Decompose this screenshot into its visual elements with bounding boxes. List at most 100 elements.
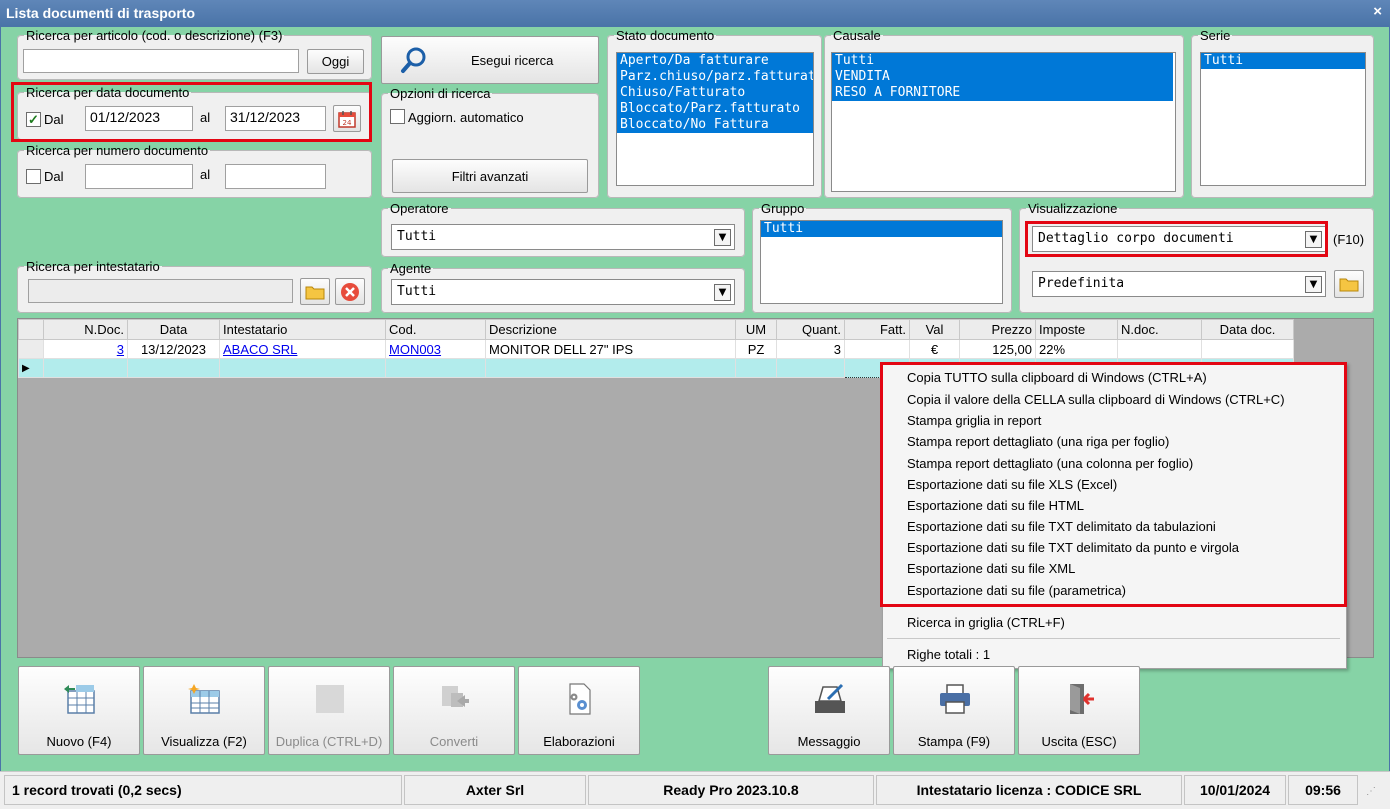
view-mode-select[interactable]: Dettaglio corpo documenti ▼ <box>1032 226 1326 252</box>
auto-update-checkbox[interactable] <box>390 109 405 124</box>
folder-icon <box>1339 278 1359 292</box>
date-from-input[interactable]: 01/12/2023 <box>85 106 193 131</box>
article-search-legend: Ricerca per articolo (cod. o descrizione… <box>26 28 283 43</box>
auto-update-label: Aggiorn. automatico <box>408 110 524 125</box>
col-header[interactable]: Val <box>909 319 960 340</box>
message-icon <box>815 683 845 713</box>
col-header[interactable]: Prezzo <box>959 319 1036 340</box>
close-icon[interactable]: × <box>1373 3 1382 20</box>
table-row[interactable]: 3 13/12/2023 ABACO SRL MON003 MONITOR DE… <box>18 339 1294 359</box>
menu-item-export-xls[interactable]: Esportazione dati su file XLS (Excel) <box>907 477 1117 492</box>
new-document-icon <box>64 685 95 714</box>
exit-button[interactable]: Uscita (ESC) <box>1018 666 1140 755</box>
col-header[interactable]: UM <box>735 319 777 340</box>
view-layout-value: Predefinita <box>1038 276 1125 291</box>
view-hotkey: (F10) <box>1333 232 1365 247</box>
operator-select[interactable]: Tutti ▼ <box>391 224 735 250</box>
menu-item-export-html[interactable]: Esportazione dati su file HTML <box>907 498 1084 513</box>
cell-currency: € <box>909 339 960 359</box>
col-header[interactable]: N.Doc. <box>43 319 128 340</box>
open-layout-button[interactable] <box>1334 270 1364 298</box>
search-options-legend: Opzioni di ricerca <box>390 86 491 101</box>
menu-item-export-tab[interactable]: Esportazione dati su file TXT delimitato… <box>907 519 1216 534</box>
list-item[interactable]: Tutti <box>761 221 1002 237</box>
menu-item-export-xml[interactable]: Esportazione dati su file XML <box>907 561 1075 576</box>
new-button[interactable]: Nuovo (F4) <box>18 666 140 755</box>
message-button[interactable]: Messaggio <box>768 666 890 755</box>
convert-button[interactable]: Converti <box>393 666 515 755</box>
print-button-label: Stampa (F9) <box>917 734 991 749</box>
number-search-checkbox[interactable] <box>26 169 41 184</box>
view-layout-select[interactable]: Predefinita ▼ <box>1032 271 1326 297</box>
holder-link[interactable]: ABACO SRL <box>223 342 297 357</box>
calendar-button[interactable]: 24 <box>333 105 361 132</box>
col-header[interactable]: Data doc. <box>1201 319 1294 340</box>
operator-legend: Operatore <box>390 201 449 216</box>
view-button-label: Visualizza (F2) <box>161 734 247 749</box>
list-item[interactable]: Aperto/Da fatturare <box>617 53 813 69</box>
execute-search-button[interactable]: Esegui ricerca <box>381 36 599 84</box>
print-button[interactable]: Stampa (F9) <box>893 666 1015 755</box>
view-button[interactable]: Visualizza (F2) <box>143 666 265 755</box>
holder-clear-button[interactable] <box>335 278 365 305</box>
advanced-filters-button[interactable]: Filtri avanzati <box>392 159 588 193</box>
list-item[interactable]: Chiuso/Fatturato <box>617 85 813 101</box>
resize-grip-icon[interactable]: ⋰ <box>1366 786 1376 797</box>
chevron-down-icon[interactable]: ▼ <box>714 229 731 246</box>
status-date: 10/01/2024 <box>1184 775 1286 805</box>
cell-um: PZ <box>735 339 777 359</box>
agent-select[interactable]: Tutti ▼ <box>391 279 735 305</box>
group-list[interactable]: Tutti <box>760 220 1003 304</box>
number-to-input[interactable] <box>225 164 326 189</box>
doc-number-link[interactable]: 3 <box>117 342 124 357</box>
col-header[interactable]: Cod. <box>385 319 486 340</box>
chevron-down-icon[interactable]: ▼ <box>714 284 731 301</box>
list-item[interactable]: VENDITA <box>832 69 1173 85</box>
holder-search-input[interactable] <box>28 279 293 303</box>
processing-button[interactable]: Elaborazioni <box>518 666 640 755</box>
chevron-down-icon[interactable]: ▼ <box>1305 276 1322 293</box>
article-search-input[interactable] <box>23 49 299 73</box>
today-button[interactable]: Oggi <box>307 49 364 74</box>
menu-item-grid-search[interactable]: Ricerca in griglia (CTRL+F) <box>907 615 1065 630</box>
col-header[interactable]: Fatt. <box>844 319 910 340</box>
col-header[interactable]: Intestatario <box>219 319 386 340</box>
col-header[interactable]: N.doc. <box>1117 319 1202 340</box>
serie-list[interactable]: Tutti <box>1200 52 1366 186</box>
col-header[interactable]: Descrizione <box>485 319 736 340</box>
list-item[interactable]: RESO A FORNITORE <box>832 85 1173 101</box>
col-header[interactable]: Data <box>127 319 220 340</box>
doc-state-list[interactable]: Aperto/Da fatturare Parz.chiuso/parz.fat… <box>616 52 814 186</box>
col-header[interactable]: Quant. <box>776 319 845 340</box>
menu-item-copy-all[interactable]: Copia TUTTO sulla clipboard di Windows (… <box>907 370 1207 385</box>
cell-ndoc <box>1117 339 1202 359</box>
chevron-down-icon[interactable]: ▼ <box>1305 231 1322 248</box>
date-search-checkbox[interactable]: ✓ <box>26 112 41 127</box>
row-header[interactable] <box>18 339 44 359</box>
list-item[interactable]: Bloccato/Parz.fatturato <box>617 101 813 117</box>
menu-item-copy-cell[interactable]: Copia il valore della CELLA sulla clipbo… <box>907 392 1285 407</box>
number-search-legend: Ricerca per numero documento <box>26 143 209 158</box>
list-item[interactable]: Parz.chiuso/parz.fatturato <box>617 69 813 85</box>
status-bar: 1 record trovati (0,2 secs) Axter Srl Re… <box>0 771 1390 809</box>
holder-open-button[interactable] <box>300 278 330 305</box>
menu-item-export-semicolon[interactable]: Esportazione dati su file TXT delimitato… <box>907 540 1239 555</box>
gear-document-icon <box>569 683 591 715</box>
number-from-input[interactable] <box>85 164 193 189</box>
code-link[interactable]: MON003 <box>389 342 441 357</box>
list-item[interactable]: Bloccato/No Fattura <box>617 117 813 133</box>
menu-item-print-grid[interactable]: Stampa griglia in report <box>907 413 1041 428</box>
duplicate-button[interactable]: Duplica (CTRL+D) <box>268 666 390 755</box>
date-to-input[interactable]: 31/12/2023 <box>225 106 326 131</box>
window-title: Lista documenti di trasporto <box>6 5 196 21</box>
menu-item-print-row[interactable]: Stampa report dettagliato (una riga per … <box>907 434 1169 449</box>
list-item[interactable]: Tutti <box>1201 53 1365 69</box>
menu-item-print-column[interactable]: Stampa report dettagliato (una colonna p… <box>907 456 1193 471</box>
menu-item-export-param[interactable]: Esportazione dati su file (parametrica) <box>907 583 1126 598</box>
causale-list[interactable]: Tutti VENDITA RESO A FORNITORE <box>831 52 1176 192</box>
col-header[interactable]: Imposte <box>1035 319 1118 340</box>
cell-invoiced <box>844 339 910 359</box>
agent-legend: Agente <box>390 261 432 276</box>
menu-item-total-rows: Righe totali : 1 <box>907 647 991 662</box>
list-item[interactable]: Tutti <box>832 53 1173 69</box>
